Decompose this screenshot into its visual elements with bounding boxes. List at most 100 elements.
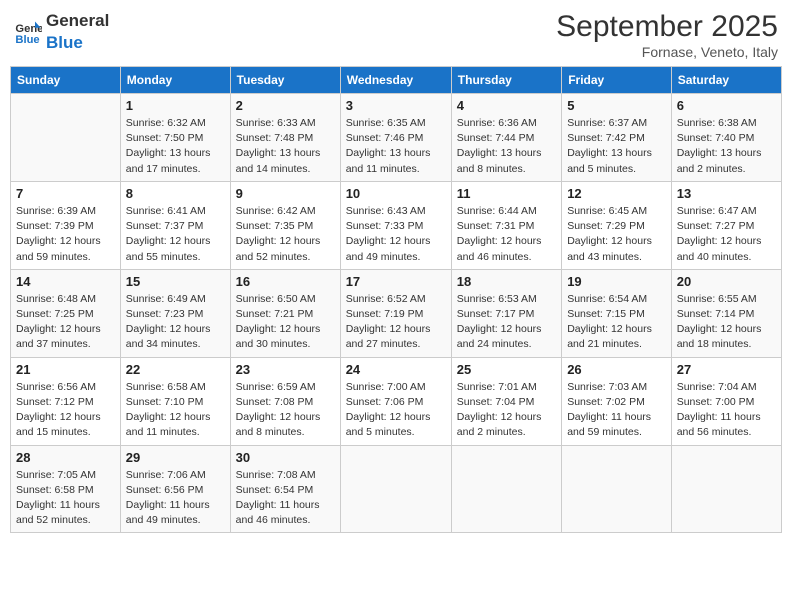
- calendar-cell: 10 Sunrise: 6:43 AMSunset: 7:33 PMDayligh…: [340, 181, 451, 269]
- day-number: 9: [236, 186, 335, 201]
- calendar-cell: 12Sunrise: 6:45 AMSunset: 7:29 PMDayligh…: [562, 181, 672, 269]
- day-info: Sunrise: 6:41 AMSunset: 7:37 PMDaylight:…: [126, 204, 225, 265]
- day-number: 27: [677, 362, 776, 377]
- day-info: Sunrise: 6:36 AMSunset: 7:44 PMDaylight:…: [457, 116, 556, 177]
- calendar-cell: 13 Sunrise: 6:47 AMSunset: 7:27 PMDayligh…: [671, 181, 781, 269]
- day-number: 25: [457, 362, 556, 377]
- day-info: Sunrise: 6:50 AMSunset: 7:21 PMDaylight:…: [236, 292, 335, 353]
- day-number: 13: [677, 186, 776, 201]
- day-info: Sunrise: 6:54 AMSunset: 7:15 PMDaylight:…: [567, 292, 666, 353]
- calendar-cell: [340, 445, 451, 533]
- calendar-week-1: 1 Sunrise: 6:32 AMSunset: 7:50 PMDaylight…: [11, 94, 782, 182]
- day-info: Sunrise: 6:42 AMSunset: 7:35 PMDaylight:…: [236, 204, 335, 265]
- calendar-cell: 24Sunrise: 7:00 AMSunset: 7:06 PMDayligh…: [340, 357, 451, 445]
- logo-general: General: [46, 10, 109, 32]
- day-number: 30: [236, 450, 335, 465]
- day-info: Sunrise: 6:37 AMSunset: 7:42 PMDaylight:…: [567, 116, 666, 177]
- day-info: Sunrise: 7:03 AMSunset: 7:02 PMDaylight:…: [567, 380, 666, 441]
- calendar-cell: 28 Sunrise: 7:05 AMSunset: 6:58 PMDayligh…: [11, 445, 121, 533]
- day-info: Sunrise: 6:52 AMSunset: 7:19 PMDaylight:…: [346, 292, 446, 353]
- calendar-cell: 9 Sunrise: 6:42 AMSunset: 7:35 PMDaylight…: [230, 181, 340, 269]
- calendar-cell: 27 Sunrise: 7:04 AMSunset: 7:00 PMDayligh…: [671, 357, 781, 445]
- day-info: Sunrise: 7:01 AMSunset: 7:04 PMDaylight:…: [457, 380, 556, 441]
- calendar-body: 1 Sunrise: 6:32 AMSunset: 7:50 PMDaylight…: [11, 94, 782, 533]
- calendar-cell: 30 Sunrise: 7:08 AMSunset: 6:54 PMDayligh…: [230, 445, 340, 533]
- calendar-cell: 18 Sunrise: 6:53 AMSunset: 7:17 PMDayligh…: [451, 269, 561, 357]
- day-number: 20: [677, 274, 776, 289]
- day-number: 2: [236, 98, 335, 113]
- calendar-week-2: 7Sunrise: 6:39 AMSunset: 7:39 PMDaylight…: [11, 181, 782, 269]
- day-number: 11: [457, 186, 556, 201]
- weekday-sunday: Sunday: [11, 67, 121, 94]
- calendar-cell: 23Sunrise: 6:59 AMSunset: 7:08 PMDayligh…: [230, 357, 340, 445]
- day-number: 1: [126, 98, 225, 113]
- calendar-cell: 17 Sunrise: 6:52 AMSunset: 7:19 PMDayligh…: [340, 269, 451, 357]
- calendar-cell: [11, 94, 121, 182]
- day-info: Sunrise: 7:06 AMSunset: 6:56 PMDaylight:…: [126, 468, 225, 529]
- day-number: 18: [457, 274, 556, 289]
- day-info: Sunrise: 6:58 AMSunset: 7:10 PMDaylight:…: [126, 380, 225, 441]
- month-title: September 2025: [556, 10, 778, 44]
- calendar-cell: [671, 445, 781, 533]
- day-number: 29: [126, 450, 225, 465]
- logo-icon: Gene Blue: [14, 18, 42, 46]
- day-info: Sunrise: 7:04 AMSunset: 7:00 PMDaylight:…: [677, 380, 776, 441]
- day-number: 19: [567, 274, 666, 289]
- day-info: Sunrise: 6:55 AMSunset: 7:14 PMDaylight:…: [677, 292, 776, 353]
- calendar-cell: 4Sunrise: 6:36 AMSunset: 7:44 PMDaylight…: [451, 94, 561, 182]
- day-info: Sunrise: 6:56 AMSunset: 7:12 PMDaylight:…: [16, 380, 115, 441]
- calendar-cell: 21 Sunrise: 6:56 AMSunset: 7:12 PMDayligh…: [11, 357, 121, 445]
- day-info: Sunrise: 6:47 AMSunset: 7:27 PMDaylight:…: [677, 204, 776, 265]
- day-number: 22: [126, 362, 225, 377]
- calendar-cell: [451, 445, 561, 533]
- day-number: 21: [16, 362, 115, 377]
- calendar-week-4: 21 Sunrise: 6:56 AMSunset: 7:12 PMDayligh…: [11, 357, 782, 445]
- day-info: Sunrise: 7:08 AMSunset: 6:54 PMDaylight:…: [236, 468, 335, 529]
- day-number: 5: [567, 98, 666, 113]
- weekday-wednesday: Wednesday: [340, 67, 451, 94]
- calendar-cell: 15Sunrise: 6:49 AMSunset: 7:23 PMDayligh…: [120, 269, 230, 357]
- day-info: Sunrise: 6:38 AMSunset: 7:40 PMDaylight:…: [677, 116, 776, 177]
- calendar-cell: 1 Sunrise: 6:32 AMSunset: 7:50 PMDaylight…: [120, 94, 230, 182]
- day-number: 14: [16, 274, 115, 289]
- day-number: 28: [16, 450, 115, 465]
- calendar-cell: 20 Sunrise: 6:55 AMSunset: 7:14 PMDayligh…: [671, 269, 781, 357]
- day-number: 6: [677, 98, 776, 113]
- calendar-cell: 7Sunrise: 6:39 AMSunset: 7:39 PMDaylight…: [11, 181, 121, 269]
- weekday-header-row: SundayMondayTuesdayWednesdayThursdayFrid…: [11, 67, 782, 94]
- day-number: 26: [567, 362, 666, 377]
- day-info: Sunrise: 6:44 AMSunset: 7:31 PMDaylight:…: [457, 204, 556, 265]
- weekday-friday: Friday: [562, 67, 672, 94]
- day-number: 12: [567, 186, 666, 201]
- logo: Gene Blue General Blue: [14, 10, 109, 54]
- weekday-tuesday: Tuesday: [230, 67, 340, 94]
- day-number: 23: [236, 362, 335, 377]
- day-info: Sunrise: 6:32 AMSunset: 7:50 PMDaylight:…: [126, 116, 225, 177]
- svg-text:Gene: Gene: [15, 23, 42, 35]
- title-block: September 2025 Fornase, Veneto, Italy: [556, 10, 778, 60]
- calendar-cell: 2Sunrise: 6:33 AMSunset: 7:48 PMDaylight…: [230, 94, 340, 182]
- day-number: 10: [346, 186, 446, 201]
- calendar-cell: 14Sunrise: 6:48 AMSunset: 7:25 PMDayligh…: [11, 269, 121, 357]
- svg-text:Blue: Blue: [15, 34, 39, 46]
- weekday-monday: Monday: [120, 67, 230, 94]
- day-number: 15: [126, 274, 225, 289]
- calendar-cell: [562, 445, 672, 533]
- day-info: Sunrise: 7:05 AMSunset: 6:58 PMDaylight:…: [16, 468, 115, 529]
- calendar-cell: 5 Sunrise: 6:37 AMSunset: 7:42 PMDaylight…: [562, 94, 672, 182]
- day-number: 16: [236, 274, 335, 289]
- calendar-week-3: 14Sunrise: 6:48 AMSunset: 7:25 PMDayligh…: [11, 269, 782, 357]
- calendar-cell: 25 Sunrise: 7:01 AMSunset: 7:04 PMDayligh…: [451, 357, 561, 445]
- day-info: Sunrise: 6:39 AMSunset: 7:39 PMDaylight:…: [16, 204, 115, 265]
- day-info: Sunrise: 6:35 AMSunset: 7:46 PMDaylight:…: [346, 116, 446, 177]
- calendar-cell: 16 Sunrise: 6:50 AMSunset: 7:21 PMDayligh…: [230, 269, 340, 357]
- calendar-table: SundayMondayTuesdayWednesdayThursdayFrid…: [10, 66, 782, 533]
- location-title: Fornase, Veneto, Italy: [556, 44, 778, 60]
- logo-blue: Blue: [46, 32, 109, 54]
- day-info: Sunrise: 6:53 AMSunset: 7:17 PMDaylight:…: [457, 292, 556, 353]
- day-number: 17: [346, 274, 446, 289]
- calendar-cell: 8Sunrise: 6:41 AMSunset: 7:37 PMDaylight…: [120, 181, 230, 269]
- day-number: 24: [346, 362, 446, 377]
- day-info: Sunrise: 6:43 AMSunset: 7:33 PMDaylight:…: [346, 204, 446, 265]
- calendar-cell: 11 Sunrise: 6:44 AMSunset: 7:31 PMDayligh…: [451, 181, 561, 269]
